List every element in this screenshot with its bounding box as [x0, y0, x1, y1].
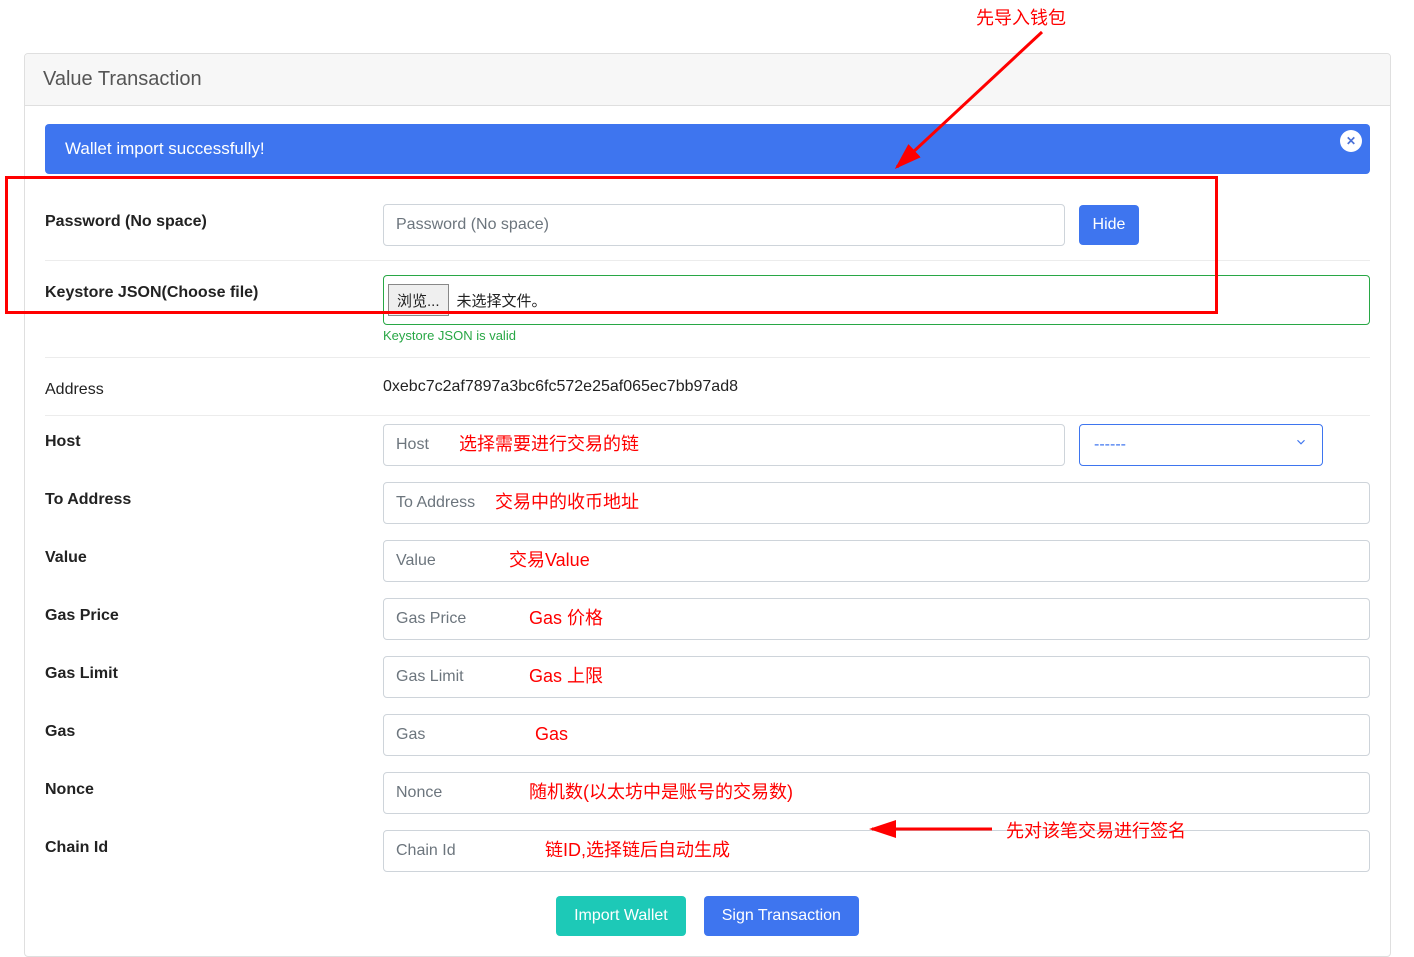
label-address: Address — [45, 372, 383, 401]
alert-text: Wallet import successfully! — [65, 139, 265, 158]
host-chain-select[interactable]: ------ — [1079, 424, 1323, 466]
action-buttons: Import Wallet Sign Transaction — [45, 880, 1370, 946]
gas-limit-input[interactable] — [383, 656, 1370, 698]
hide-button[interactable]: Hide — [1079, 205, 1139, 245]
annotation-import-wallet-first: 先导入钱包 — [976, 4, 1066, 30]
file-browse-button[interactable]: 浏览... — [388, 284, 449, 316]
host-chain-select-value: ------ — [1094, 436, 1126, 454]
close-icon: ✕ — [1346, 134, 1356, 148]
chain-id-input[interactable] — [383, 830, 1370, 872]
label-host: Host — [45, 424, 383, 453]
to-address-input[interactable] — [383, 482, 1370, 524]
row-address: Address 0xebc7c2af7897a3bc6fc572e25af065… — [45, 358, 1370, 416]
chevron-down-icon — [1294, 435, 1308, 454]
alert-close-button[interactable]: ✕ — [1340, 130, 1362, 152]
row-gas-limit: Gas Limit Gas 上限 — [45, 648, 1370, 706]
row-password: Password (No space) Hide — [45, 190, 1370, 261]
gas-input[interactable] — [383, 714, 1370, 756]
label-value: Value — [45, 540, 383, 569]
import-wallet-button[interactable]: Import Wallet — [556, 896, 686, 936]
label-to-address: To Address — [45, 482, 383, 511]
label-password: Password (No space) — [45, 204, 383, 233]
host-input[interactable] — [383, 424, 1065, 466]
label-keystore: Keystore JSON(Choose file) — [45, 275, 383, 304]
value-transaction-panel: Value Transaction Wallet import successf… — [24, 53, 1391, 957]
alert-wallet-imported: Wallet import successfully! ✕ — [45, 124, 1370, 174]
label-gas-price: Gas Price — [45, 598, 383, 627]
keystore-valid-msg: Keystore JSON is valid — [383, 328, 1370, 343]
label-gas-limit: Gas Limit — [45, 656, 383, 685]
row-chain-id: Chain Id 链ID,选择链后自动生成 — [45, 822, 1370, 880]
password-input[interactable] — [383, 204, 1065, 246]
keystore-file-input[interactable]: 浏览... 未选择文件。 — [383, 275, 1370, 325]
row-keystore: Keystore JSON(Choose file) 浏览... 未选择文件。 … — [45, 261, 1370, 358]
label-chain-id: Chain Id — [45, 830, 383, 859]
file-status-text: 未选择文件。 — [457, 290, 547, 311]
value-input[interactable] — [383, 540, 1370, 582]
address-value: 0xebc7c2af7897a3bc6fc572e25af065ec7bb97a… — [383, 372, 738, 396]
row-to-address: To Address 交易中的收币地址 — [45, 474, 1370, 532]
row-host: Host ------ 选择需要进行交易的链 — [45, 416, 1370, 474]
gas-price-input[interactable] — [383, 598, 1370, 640]
row-gas: Gas Gas — [45, 706, 1370, 764]
label-nonce: Nonce — [45, 772, 383, 801]
panel-body: Wallet import successfully! ✕ Password (… — [25, 106, 1390, 956]
nonce-input[interactable] — [383, 772, 1370, 814]
panel-title: Value Transaction — [25, 54, 1390, 106]
row-value: Value 交易Value — [45, 532, 1370, 590]
row-nonce: Nonce 随机数(以太坊中是账号的交易数) — [45, 764, 1370, 822]
page-root: 先导入钱包 Value Transaction Wallet import su… — [0, 0, 1414, 878]
label-gas: Gas — [45, 714, 383, 743]
sign-transaction-button[interactable]: Sign Transaction — [704, 896, 859, 936]
row-gas-price: Gas Price Gas 价格 — [45, 590, 1370, 648]
